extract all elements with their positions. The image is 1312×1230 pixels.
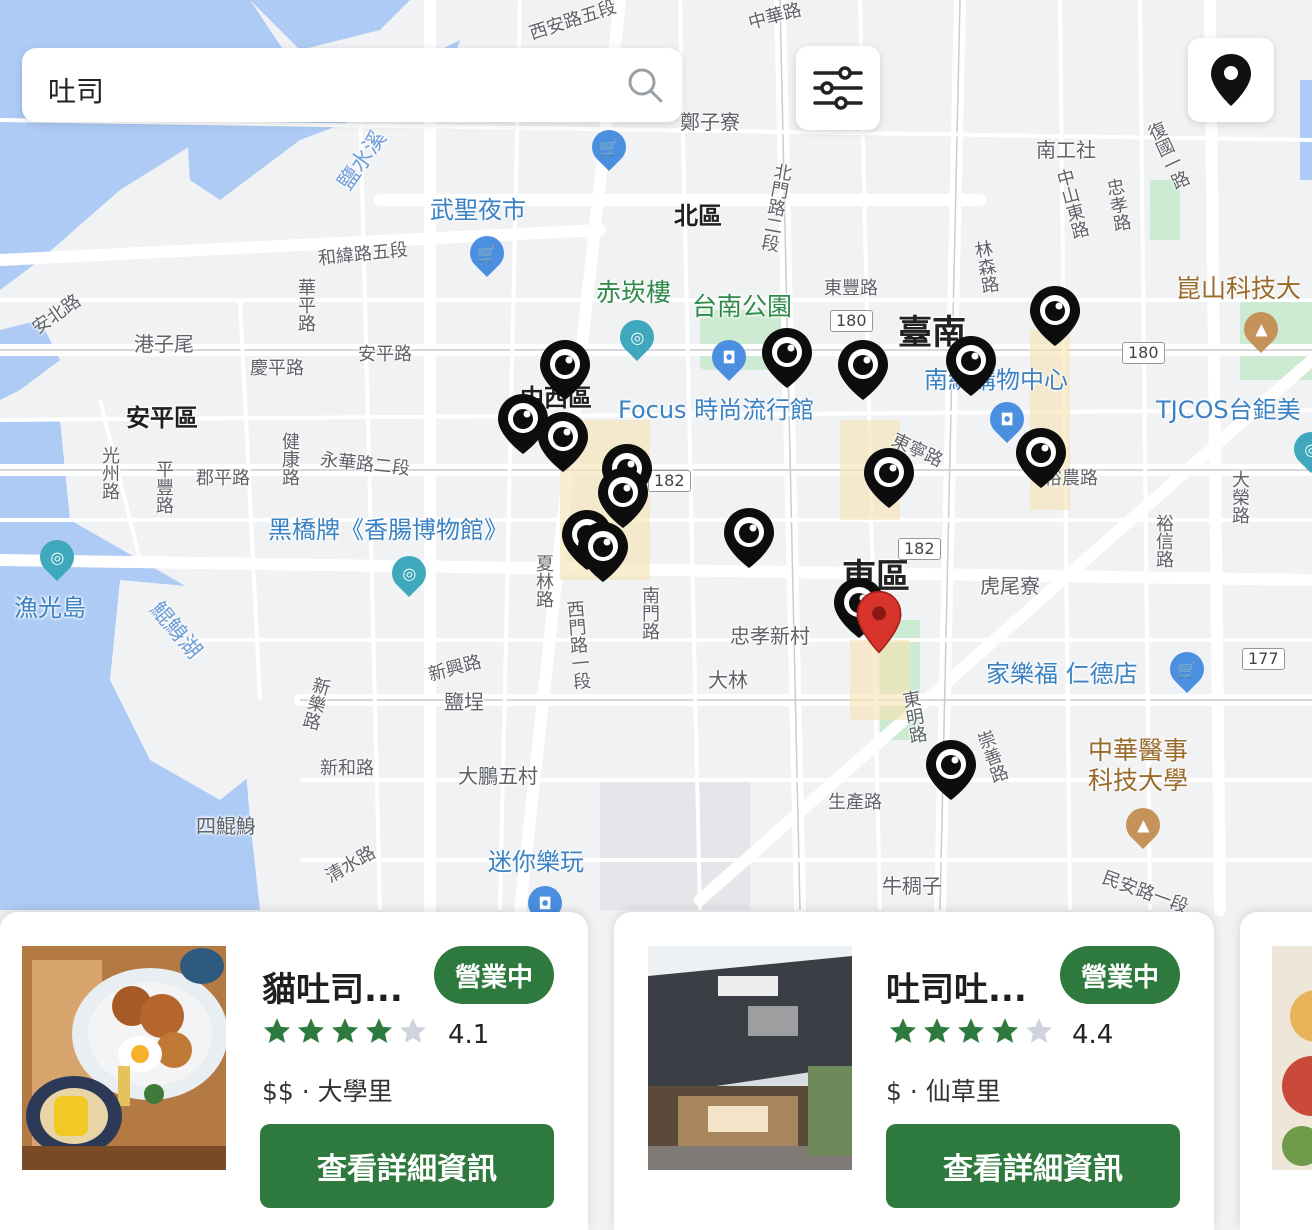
restaurant-photo bbox=[22, 946, 226, 1170]
star-filled-icon bbox=[332, 1018, 358, 1043]
map-label: 漁光島 bbox=[14, 594, 86, 622]
restaurant-name[interactable]: 貓吐司... bbox=[262, 962, 403, 1011]
restaurant-card[interactable]: 貓吐司... 營業中 4.1 $$ · 大學里 查看詳細資訊 bbox=[0, 912, 588, 1230]
open-status-badge: 營業中 bbox=[1060, 946, 1180, 1004]
route-shield: 182 bbox=[648, 470, 691, 492]
price-and-area: $$ · 大學里 bbox=[262, 1077, 393, 1106]
star-filled-icon bbox=[924, 1018, 950, 1043]
map-label: 安平區 bbox=[126, 404, 198, 432]
star-rating bbox=[888, 1016, 1054, 1046]
map-label: 大林 bbox=[708, 668, 748, 692]
search-icon[interactable] bbox=[626, 66, 664, 104]
price-and-area: $ · 仙草里 bbox=[886, 1077, 1001, 1106]
selected-location-marker[interactable] bbox=[852, 590, 906, 654]
filter-button[interactable] bbox=[796, 46, 880, 130]
star-filled-icon bbox=[298, 1018, 324, 1043]
store-location-marker[interactable] bbox=[1028, 284, 1082, 348]
store-location-marker[interactable] bbox=[536, 410, 590, 474]
route-shield: 182 bbox=[898, 538, 941, 560]
star-rating bbox=[262, 1016, 428, 1046]
map-label: 鄭子寮 bbox=[680, 110, 740, 134]
star-filled-icon bbox=[264, 1018, 290, 1043]
map-label: 新和路 bbox=[320, 758, 374, 779]
map-label: 中華醫事 bbox=[1088, 736, 1189, 765]
map-label: 慶平路 bbox=[250, 358, 304, 379]
map-pin-icon bbox=[1211, 54, 1251, 106]
route-shield: 177 bbox=[1242, 648, 1285, 670]
store-location-marker[interactable] bbox=[576, 520, 630, 584]
map-label: 台南公園 bbox=[692, 292, 793, 321]
map-label: 華平路 bbox=[295, 278, 316, 332]
restaurant-photo bbox=[648, 946, 852, 1170]
map-label: 科技大學 bbox=[1088, 766, 1189, 795]
star-filled-icon bbox=[890, 1018, 916, 1043]
search-bar[interactable]: 吐司 bbox=[22, 48, 682, 122]
store-location-marker[interactable] bbox=[924, 738, 978, 802]
restaurant-card[interactable]: 吐司吐... 營業中 4.4 $ · 仙草里 查看詳細資訊 bbox=[614, 912, 1214, 1230]
map-label: 黑橋牌《香腸博物館》 bbox=[268, 516, 508, 544]
map-label: 崑山科技大 bbox=[1176, 274, 1302, 303]
map-label: 家樂福 仁德店 bbox=[986, 660, 1138, 688]
route-shield: 180 bbox=[830, 310, 873, 332]
map-label: 東豐路 bbox=[824, 278, 878, 299]
map-label: 大鵬五村 bbox=[458, 764, 538, 788]
store-location-marker[interactable] bbox=[944, 334, 998, 398]
star-filled-icon bbox=[366, 1018, 392, 1043]
map-label: 生產路 bbox=[828, 792, 882, 813]
map-label: 光州路 bbox=[99, 446, 120, 500]
map-label: 南門路 bbox=[639, 586, 660, 640]
map-label: 牛稠子 bbox=[882, 874, 942, 898]
store-location-marker[interactable] bbox=[760, 326, 814, 390]
my-location-button[interactable] bbox=[1188, 38, 1274, 122]
map-label: 鹽埕 bbox=[444, 690, 484, 714]
store-location-marker[interactable] bbox=[1014, 426, 1068, 490]
restaurant-card[interactable] bbox=[1240, 912, 1312, 1230]
map-label: 南工社 bbox=[1036, 138, 1096, 162]
map-label: 忠孝新村 bbox=[730, 624, 810, 648]
star-empty-icon bbox=[400, 1018, 426, 1043]
map-label: 夏林路 bbox=[533, 554, 554, 608]
rating-value: 4.4 bbox=[1072, 1020, 1114, 1050]
map-label: 大榮路 bbox=[1229, 470, 1250, 524]
star-empty-icon bbox=[1026, 1018, 1052, 1043]
restaurant-photo bbox=[1272, 946, 1312, 1170]
map-label: TJCOS台鉅美 bbox=[1156, 396, 1301, 424]
map-label: 平豐路 bbox=[153, 460, 174, 514]
store-location-marker[interactable] bbox=[722, 506, 776, 570]
map-label: 健康路 bbox=[279, 432, 300, 486]
map-label: 北區 bbox=[674, 202, 722, 230]
search-input[interactable]: 吐司 bbox=[48, 70, 104, 110]
open-status-badge: 營業中 bbox=[434, 946, 554, 1004]
view-details-button[interactable]: 查看詳細資訊 bbox=[260, 1124, 554, 1208]
map-label: 赤崁樓 bbox=[596, 278, 672, 307]
map-label: Focus 時尚流行館 bbox=[618, 396, 815, 424]
map-label: 武聖夜市 bbox=[430, 196, 526, 224]
view-details-button[interactable]: 查看詳細資訊 bbox=[886, 1124, 1180, 1208]
route-shield: 180 bbox=[1122, 342, 1165, 364]
sliders-icon bbox=[813, 66, 863, 110]
rating-value: 4.1 bbox=[448, 1020, 490, 1050]
map-label: 裕信路 bbox=[1153, 514, 1174, 568]
map-label: 港子尾 bbox=[134, 332, 194, 356]
map-label: 安平路 bbox=[358, 344, 412, 365]
map-label: 虎尾寮 bbox=[980, 574, 1040, 598]
store-location-marker[interactable] bbox=[862, 446, 916, 510]
store-location-marker[interactable] bbox=[836, 338, 890, 402]
star-filled-icon bbox=[992, 1018, 1018, 1043]
star-filled-icon bbox=[958, 1018, 984, 1043]
map-label: 四鯤鯓 bbox=[196, 814, 256, 838]
restaurant-name[interactable]: 吐司吐... bbox=[886, 962, 1027, 1011]
map-label: 迷你樂玩 bbox=[488, 848, 584, 876]
map-label: 郡平路 bbox=[196, 468, 250, 489]
